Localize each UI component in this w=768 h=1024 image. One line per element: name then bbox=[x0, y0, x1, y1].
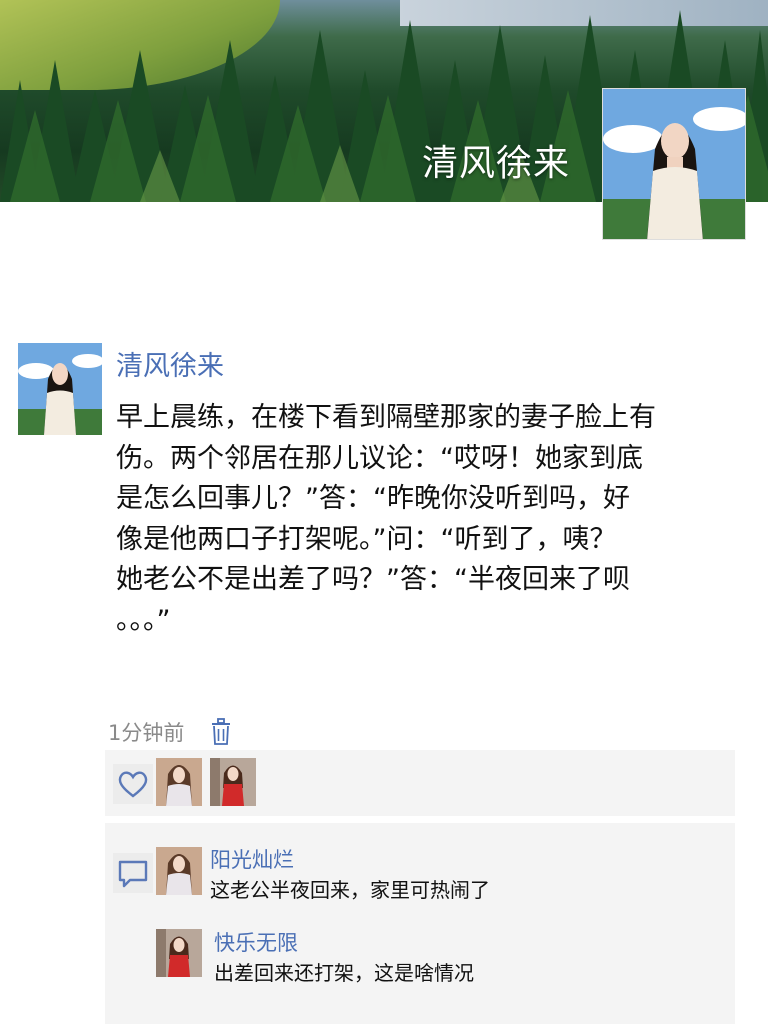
post-text: 早上晨练，在楼下看到隔壁那家的妻子脸上有 伤。两个邻居在那儿议论：“哎呀！她家到… bbox=[116, 398, 726, 641]
post-timestamp: 1分钟前 bbox=[108, 721, 185, 745]
post-meta: 1分钟前 bbox=[108, 716, 232, 748]
post-photo-woman bbox=[18, 343, 102, 435]
post-text-line: 伤。两个邻居在那儿议论：“哎呀！她家到底 bbox=[116, 442, 643, 474]
commenter-name[interactable]: 阳光灿烂 bbox=[210, 844, 294, 874]
post-text-line: 是怎么回事儿？”答：“昨晚你没听到吗，好 bbox=[116, 483, 630, 514]
comment-text: 出差回来还打架，这是啥情况 bbox=[214, 961, 474, 985]
post-author-name[interactable]: 清风徐来 bbox=[116, 344, 224, 383]
liker-avatar-1[interactable] bbox=[156, 758, 202, 806]
likes-panel bbox=[105, 750, 735, 816]
post-author-avatar[interactable] bbox=[18, 343, 102, 435]
commenter-avatar[interactable] bbox=[156, 929, 202, 977]
commenter-avatar[interactable] bbox=[156, 847, 202, 895]
commenter-name[interactable]: 快乐无限 bbox=[214, 927, 298, 957]
commenter-photo-2 bbox=[156, 929, 202, 977]
comment-icon bbox=[118, 860, 148, 888]
profile-photo-woman bbox=[603, 89, 745, 239]
comments-panel: 阳光灿烂 这老公半夜回来，家里可热闹了 快乐无限 出差回来还打架，这是啥情况 bbox=[105, 823, 735, 1024]
commenter-photo-1 bbox=[156, 847, 202, 895]
liker-photo-1 bbox=[156, 758, 202, 806]
cover-username: 清风徐来 bbox=[422, 143, 571, 184]
post-text-line: 像是他两口子打架呢。”问：“听到了，咦？ bbox=[116, 523, 617, 555]
heart-icon bbox=[118, 771, 148, 798]
profile-avatar[interactable] bbox=[602, 88, 746, 240]
post-text-line: 她老公不是出差了吗？”答：“半夜回来了呗 bbox=[116, 564, 630, 595]
post-text-line: 早上晨练，在楼下看到隔壁那家的妻子脸上有 bbox=[116, 402, 656, 433]
trash-icon[interactable] bbox=[210, 718, 232, 746]
comment-icon-box[interactable] bbox=[113, 853, 153, 893]
heart-icon-box[interactable] bbox=[113, 764, 153, 804]
post-text-line: 。。。” bbox=[116, 604, 171, 636]
liker-photo-2 bbox=[210, 758, 256, 806]
comment-text: 这老公半夜回来，家里可热闹了 bbox=[210, 878, 490, 902]
liker-avatar-2[interactable] bbox=[210, 758, 256, 806]
